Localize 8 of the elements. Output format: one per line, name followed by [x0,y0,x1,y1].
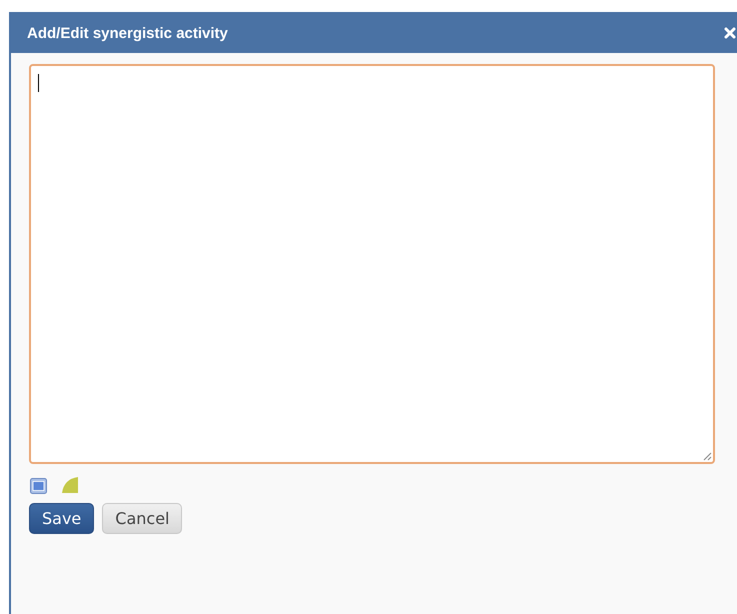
resize-grip-icon[interactable] [703,452,712,461]
text-editor-field[interactable] [29,64,715,464]
save-button[interactable]: Save [29,503,94,534]
dialog-title: Add/Edit synergistic activity [27,24,228,42]
cancel-button[interactable]: Cancel [102,503,182,534]
close-icon[interactable] [724,27,736,39]
window-icon[interactable] [30,478,47,494]
text-caret [38,74,39,92]
